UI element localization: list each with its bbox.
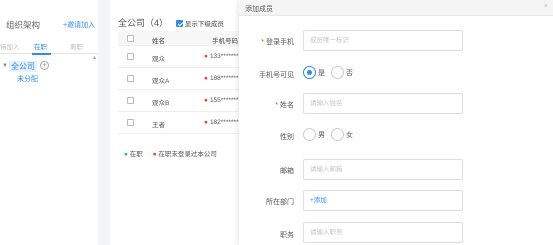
phone-visible-yes-label: 是 [318,69,325,77]
select-all-checkbox[interactable] [127,35,134,42]
phone-visible-no-label: 否 [345,69,353,77]
row-checkbox[interactable] [127,119,134,126]
tab-active[interactable]: 在职 [34,41,47,51]
login-phone-input[interactable]: 成员唯一标识 [303,30,463,51]
member-status-tabs: 待加入 在职 离职 [0,38,98,55]
department-label: 所在部门 [266,199,294,206]
row-checkbox[interactable] [127,97,134,104]
table-row[interactable]: 王者 ● 182******* [118,112,243,134]
legend-not-logged-label: 在职未登录过本公司 [158,151,217,158]
member-name: 王者 [152,122,165,129]
dialog-title: 添加成员 [245,6,273,13]
column-header-name: 姓名 [152,38,165,45]
row-checkbox[interactable] [127,75,134,82]
table-row[interactable]: 观众 ● 133******* [118,46,243,68]
show-sub-members-label: 显示下级成员 [184,21,224,28]
legend-active-label: 在职 [129,151,143,158]
member-list-title: 全公司（4） [118,18,169,28]
email-input[interactable]: 请输入邮箱 [303,159,463,180]
active-tab-underline [32,53,51,55]
member-phone: ● 155******* [204,97,239,104]
name-label: * 姓名 [275,102,294,109]
not-logged-dot-icon: ● [152,151,157,158]
phone-visible-radio-group: 是 否 [303,66,357,79]
member-phone: ● 188******* [204,75,239,82]
status-dot-icon: ● [204,75,208,82]
gender-radio-group: 男 女 [303,128,357,141]
member-phone: ● 182******* [204,119,239,126]
login-phone-label: * 登录手机 [261,39,294,46]
tree-node-unassigned[interactable]: 未分配 [17,74,38,84]
show-sub-members-checkbox[interactable] [176,20,183,27]
table-row[interactable]: 观众B ● 155******* [118,90,243,112]
tree-node-company[interactable]: 全公司 [9,61,37,72]
gender-male-label: 男 [318,131,325,139]
table-row[interactable]: 观众A ● 188******* [118,68,243,90]
gender-label: 性别 [280,134,294,141]
active-dot-icon: ● [124,151,128,158]
member-phone: ● 133******* [204,53,239,60]
close-icon[interactable]: × [544,3,548,10]
gender-male-radio[interactable] [303,128,316,141]
member-name: 观众 [152,56,165,63]
org-panel: 组织架构 +邀请加入 待加入 在职 离职 ▲ ▼ 全公司 + 未分配 [0,0,98,245]
table-header: 姓名 手机号码 [118,31,243,46]
tab-pending[interactable]: 待加入 [0,41,20,51]
member-name: 观众A [152,78,170,85]
add-department-icon[interactable]: + [40,61,49,70]
member-name: 观众B [152,100,170,107]
tree-expand-caret-icon[interactable]: ▼ [2,63,8,69]
status-dot-icon: ● [204,119,208,126]
scroll-up-arrow-icon[interactable]: ▲ [92,55,97,61]
column-header-phone: 手机号码 [212,38,238,45]
add-member-dialog: 添加成员 × * 登录手机 成员唯一标识 手机号可见 是 否 * 姓名 请输入姓名 … [239,0,553,245]
org-panel-title: 组织架构 [6,20,41,30]
name-input[interactable]: 请输入姓名 [303,93,463,114]
position-input[interactable]: 请输入职务 [303,222,463,243]
status-dot-icon: ● [204,97,208,104]
phone-visible-label: 手机号可见 [259,72,294,79]
invite-button[interactable]: +邀请加入 [63,20,95,30]
gender-female-radio[interactable] [330,128,344,141]
tab-resigned[interactable]: 离职 [70,41,83,51]
dialog-header: 添加成员 × [239,0,553,16]
add-department-button[interactable]: +添加 [303,190,463,211]
email-label: 邮箱 [280,168,294,175]
status-legend: ● 在职 ● 在职未登录过本公司 [124,148,217,158]
position-label: 职务 [280,232,294,239]
phone-visible-yes-radio[interactable] [303,66,316,79]
phone-visible-no-radio[interactable] [330,66,344,79]
gender-female-label: 女 [345,131,353,139]
status-dot-icon: ● [204,53,208,60]
row-checkbox[interactable] [127,53,134,60]
show-sub-members-toggle[interactable]: 显示下级成员 [176,18,224,28]
member-list-panel: 全公司（4） 显示下级成员 姓名 手机号码 观众 ● 133******* 观众A… [110,0,243,245]
